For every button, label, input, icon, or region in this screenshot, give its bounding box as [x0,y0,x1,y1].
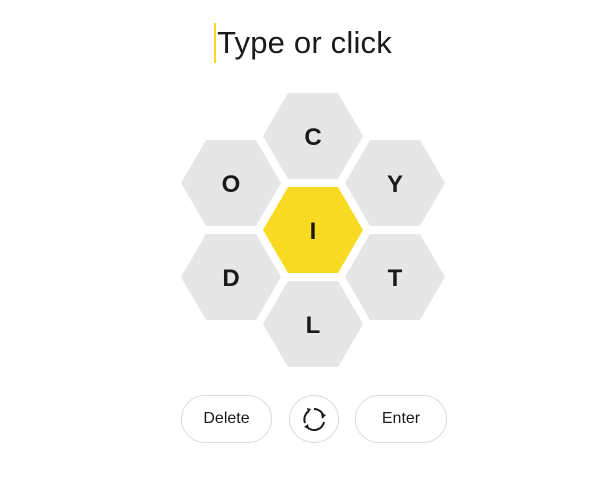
hive-cell-outer[interactable]: O [181,140,281,226]
shuffle-button[interactable] [289,395,339,443]
hive-cell-outer[interactable]: T [345,234,445,320]
hive-cell-outer-letter: L [306,312,321,339]
shuffle-icon [303,408,326,432]
delete-button[interactable]: Delete [181,395,272,443]
hive-cell-outer[interactable]: Y [345,140,445,226]
hive-cell-outer-letter: Y [387,171,403,198]
hive-cell-center[interactable]: I [263,187,363,273]
hive-cell-outer-letter: C [304,124,321,151]
hive-cell-outer-letter: T [388,265,403,292]
hive-cell-outer[interactable]: D [181,234,281,320]
hive-cell-center-letter: I [310,218,317,245]
enter-button[interactable]: Enter [355,395,447,443]
hive-cell-outer-letter: O [222,171,241,198]
hive-cell-outer[interactable]: C [263,93,363,179]
hive-cell-outer[interactable]: L [263,281,363,367]
control-buttons: Delete Enter [0,395,606,447]
hive-cell-outer-letter: D [222,265,239,292]
